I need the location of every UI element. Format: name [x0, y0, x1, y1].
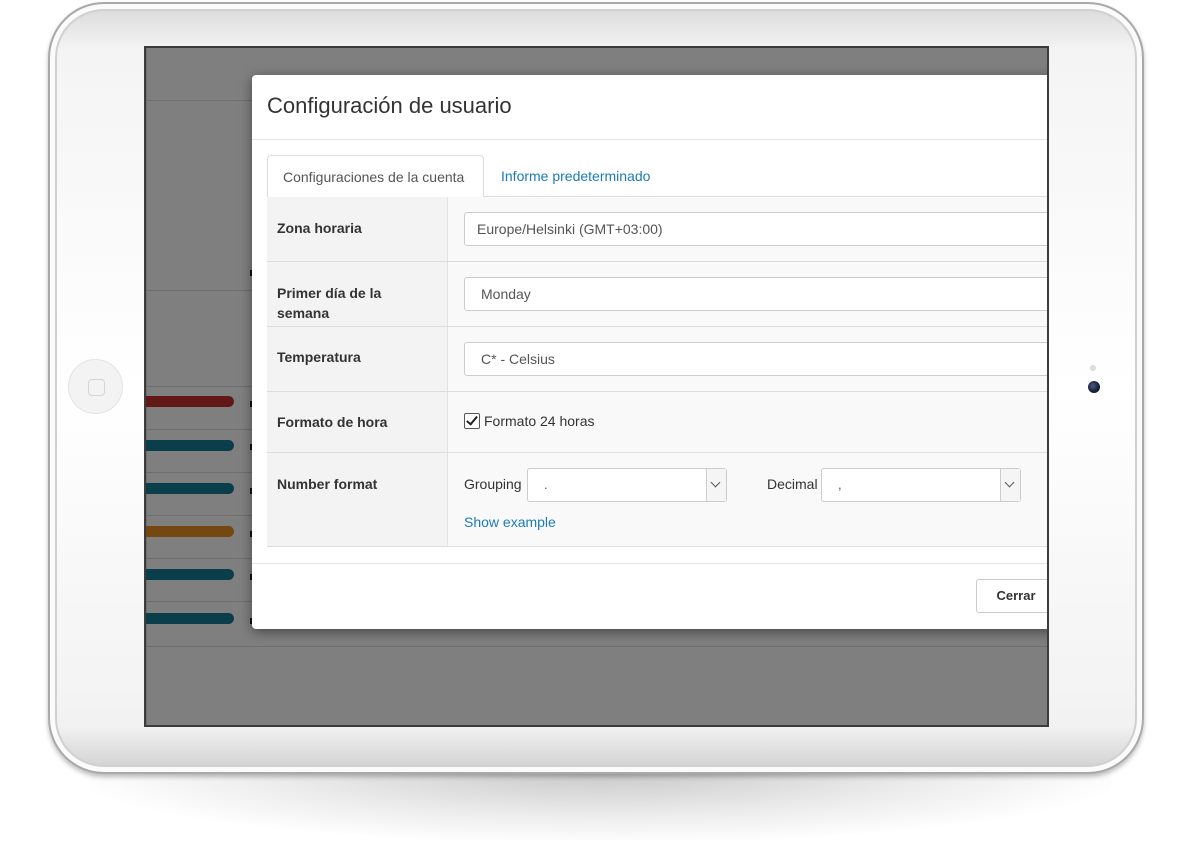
timezone-cell: Europe/Helsinki (GMT+03:00) [448, 197, 1047, 261]
first-day-select[interactable]: Monday [464, 277, 1047, 311]
chevron-down-icon [710, 477, 721, 488]
modal-footer: Cerrar [252, 563, 1047, 629]
grouping-select[interactable]: . [527, 468, 727, 502]
decimal-dropdown-toggle[interactable] [1000, 469, 1020, 501]
timezone-select[interactable]: Europe/Helsinki (GMT+03:00) [464, 212, 1047, 246]
timezone-row: Zona horaria Europe/Helsinki (GMT+03:00) [267, 197, 1047, 262]
decimal-select[interactable]: , [821, 468, 1021, 502]
decimal-label: Decimal [767, 476, 818, 492]
number-format-label: Number format [267, 453, 448, 546]
close-button[interactable]: Cerrar [976, 579, 1047, 613]
temperature-select[interactable]: C* - Celsius [464, 342, 1047, 376]
grouping-value: . [544, 477, 548, 492]
chevron-down-icon [1004, 477, 1015, 488]
home-button-icon [88, 379, 105, 396]
user-settings-modal: Configuración de usuario Configuraciones… [252, 75, 1047, 629]
tablet-screen: Configuración de usuario Configuraciones… [144, 46, 1049, 727]
timezone-label: Zona horaria [267, 197, 448, 261]
format-24h-checkbox[interactable] [464, 413, 480, 429]
temperature-cell: C* - Celsius [448, 327, 1047, 391]
temperature-label: Temperatura [267, 327, 448, 391]
format-24h-label[interactable]: Formato 24 horas [484, 413, 595, 429]
first-day-label: Primer día de la semana [267, 262, 448, 326]
modal-title: Configuración de usuario [267, 93, 512, 118]
checkmark-icon [466, 413, 478, 426]
home-button [68, 359, 123, 414]
number-format-cell: Grouping . Decimal , Show example [448, 453, 1047, 546]
time-format-cell: Formato 24 horas [448, 392, 1047, 452]
grouping-dropdown-toggle[interactable] [706, 469, 726, 501]
tab-account-settings[interactable]: Configuraciones de la cuenta [267, 155, 484, 198]
camera-icon [1088, 381, 1100, 393]
time-format-label: Formato de hora [267, 392, 448, 452]
light-sensor [1090, 365, 1096, 371]
time-format-row: Formato de hora Formato 24 horas [267, 392, 1047, 453]
first-day-cell: Monday [448, 262, 1047, 326]
device-shadow [90, 770, 1110, 840]
modal-header: Configuración de usuario [252, 75, 1047, 140]
temperature-row: Temperatura C* - Celsius [267, 327, 1047, 392]
show-example-link[interactable]: Show example [464, 514, 556, 530]
number-format-row: Number format Grouping . Decimal , Show … [267, 453, 1047, 547]
tab-default-report[interactable]: Informe predeterminado [486, 155, 665, 197]
grouping-label: Grouping [464, 476, 522, 492]
settings-form: Zona horaria Europe/Helsinki (GMT+03:00)… [267, 197, 1047, 547]
decimal-value: , [838, 477, 842, 492]
first-day-row: Primer día de la semana Monday [267, 262, 1047, 327]
settings-tabs: Configuraciones de la cuenta Informe pre… [267, 155, 1047, 198]
